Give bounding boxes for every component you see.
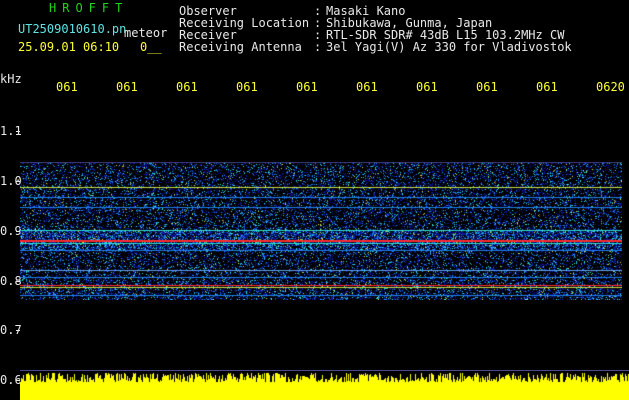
amplitude-strip	[20, 371, 629, 400]
time-tick: 061	[416, 80, 438, 94]
time-tick: 061	[476, 80, 498, 94]
hrofft-window: HROFFT UT2509010610.pn meteor 25.09.01 0…	[0, 0, 629, 400]
freq-tick-mark	[16, 131, 20, 132]
time-tick: 061	[116, 80, 138, 94]
freq-tick-mark	[16, 330, 20, 331]
time-tick: 061	[296, 80, 318, 94]
filename-suffix: meteor	[124, 26, 168, 40]
unit-label: kHz	[0, 72, 22, 86]
time-tick: 061	[56, 80, 78, 94]
time-tick: 061	[536, 80, 558, 94]
time-tick: 061	[236, 80, 258, 94]
antenna-label: Receiving Antenna	[179, 40, 302, 54]
time-tick: 061	[176, 80, 198, 94]
timestamp-label: 25.09.01 06:10	[18, 40, 120, 54]
counter-label: 0__	[140, 40, 162, 54]
app-title: HROFFT	[49, 1, 129, 15]
antenna-sep: :	[314, 40, 322, 54]
time-tick: 061	[356, 80, 378, 94]
filename-label: UT2509010610.pn	[18, 22, 127, 36]
time-tick: 0620	[596, 80, 625, 94]
antenna-value: 3el Yagi(V) Az 330 for Vladivostok	[326, 40, 572, 54]
spectrogram-display	[20, 162, 622, 300]
